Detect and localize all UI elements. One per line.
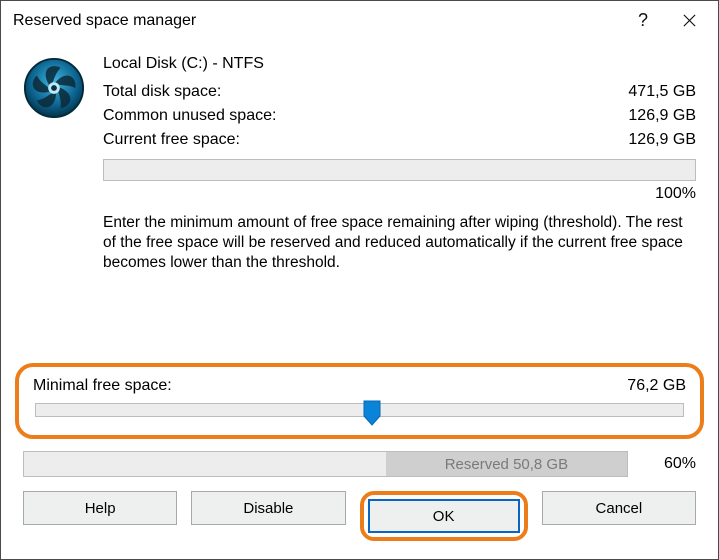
disk-name: Local Disk (C:) - NTFS (103, 55, 696, 73)
common-unused-value: 126,9 GB (628, 107, 696, 125)
current-free-label: Current free space: (103, 131, 628, 149)
close-glyph (682, 13, 697, 28)
minimal-free-space-value: 76,2 GB (627, 377, 686, 395)
free-space-bar (103, 159, 696, 181)
titlebar: Reserved space manager ? (1, 1, 718, 41)
free-space-percent: 100% (103, 185, 696, 203)
ok-button-highlight: OK (360, 491, 528, 541)
dialog-window: Reserved space manager ? (0, 0, 719, 560)
disable-button-label: Disable (243, 500, 293, 517)
reserved-fill: Reserved 50,8 GB (386, 452, 627, 476)
ok-button-label: OK (433, 508, 455, 525)
minimal-free-space-row: Minimal free space: 76,2 GB (33, 377, 686, 395)
minimal-free-space-label: Minimal free space: (33, 377, 627, 395)
cancel-button[interactable]: Cancel (542, 491, 696, 525)
info-column: Local Disk (C:) - NTFS Total disk space:… (103, 55, 696, 272)
ok-button[interactable]: OK (368, 499, 520, 533)
slider-thumb-icon (363, 400, 381, 426)
threshold-description: Enter the minimum amount of free space r… (103, 213, 696, 272)
button-row: Help Disable OK Cancel (23, 491, 696, 541)
row-common-unused: Common unused space: 126,9 GB (103, 107, 696, 125)
current-free-value: 126,9 GB (628, 131, 696, 149)
minimal-free-space-highlight: Minimal free space: 76,2 GB (15, 363, 704, 439)
total-space-label: Total disk space: (103, 83, 628, 101)
reserved-label: Reserved 50,8 GB (445, 456, 568, 473)
help-button[interactable]: Help (23, 491, 177, 525)
total-space-value: 471,5 GB (628, 83, 696, 101)
reserved-bar: Reserved 50,8 GB (23, 451, 628, 477)
window-title: Reserved space manager (13, 12, 620, 30)
row-current-free: Current free space: 126,9 GB (103, 131, 696, 149)
dialog-body: Local Disk (C:) - NTFS Total disk space:… (1, 41, 718, 559)
help-icon[interactable]: ? (620, 2, 666, 40)
row-total-space: Total disk space: 471,5 GB (103, 83, 696, 101)
reserved-percent: 60% (642, 455, 696, 473)
help-button-label: Help (85, 500, 116, 517)
close-icon[interactable] (666, 2, 712, 40)
info-section: Local Disk (C:) - NTFS Total disk space:… (23, 55, 696, 272)
reserved-row: Reserved 50,8 GB 60% (23, 451, 696, 477)
help-glyph: ? (638, 10, 648, 31)
disable-button[interactable]: Disable (191, 491, 345, 525)
common-unused-label: Common unused space: (103, 107, 628, 125)
minimal-free-space-slider[interactable] (35, 403, 684, 417)
app-icon (23, 55, 103, 272)
cancel-button-label: Cancel (596, 500, 643, 517)
